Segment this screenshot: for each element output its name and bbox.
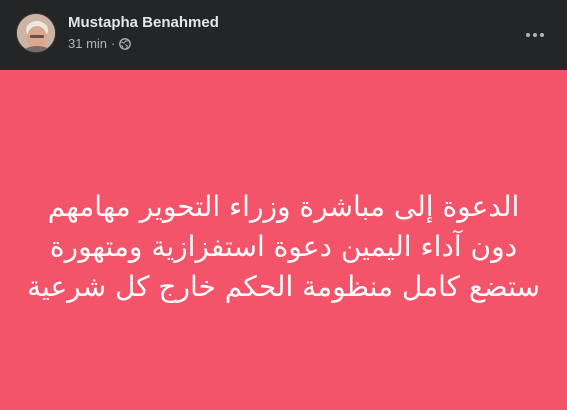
author-name[interactable]: Mustapha Benahmed (68, 13, 219, 33)
avatar-portrait-icon (17, 14, 55, 52)
meta-separator: · (111, 36, 116, 51)
post-meta: 31 min · (68, 36, 132, 52)
post-text: الدعوة إلى مباشرة وزراء التحوير مهامهم د… (27, 190, 540, 303)
post-timestamp[interactable]: 31 min (68, 36, 107, 52)
post-header: Mustapha Benahmed 31 min · (0, 0, 567, 70)
more-horizontal-icon (526, 33, 544, 37)
post-background: الدعوة إلى مباشرة وزراء التحوير مهامهم د… (0, 70, 567, 410)
author-avatar[interactable] (16, 13, 56, 53)
more-options-button[interactable] (517, 17, 553, 53)
globe-icon[interactable] (119, 38, 132, 50)
